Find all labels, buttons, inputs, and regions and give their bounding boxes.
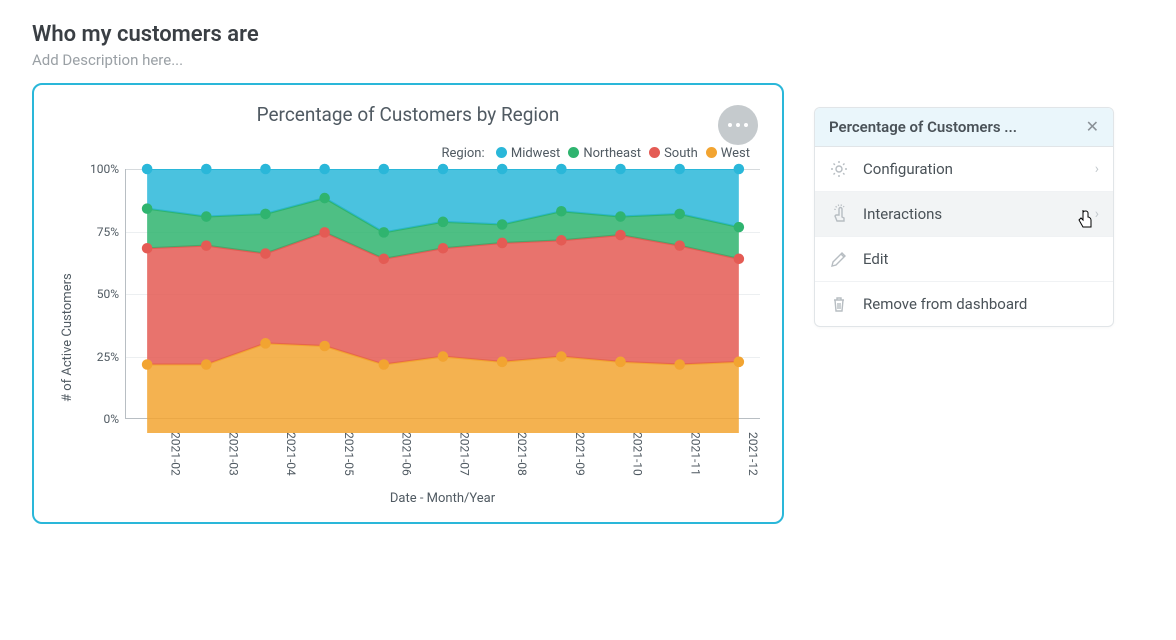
menu-item-label: Configuration [863, 160, 1095, 178]
chart-legend: Region: Midwest Northeast South West [56, 146, 760, 161]
legend-item[interactable]: South [649, 146, 698, 161]
legend-prefix: Region: [442, 146, 485, 161]
y-tick: 100% [90, 162, 119, 176]
chart-card: Percentage of Customers by Region Region… [32, 83, 784, 524]
menu-item-label: Interactions [863, 205, 1095, 223]
tap-icon [829, 204, 849, 224]
menu-item-label: Edit [863, 250, 1099, 268]
y-tick: 0% [103, 412, 119, 426]
legend-swatch [649, 147, 660, 158]
dots-icon [728, 123, 732, 127]
menu-item-edit[interactable]: Edit [815, 237, 1113, 282]
legend-item[interactable]: Midwest [496, 146, 560, 161]
dashboard-title[interactable]: Who my customers are [32, 22, 1144, 47]
menu-header: Percentage of Customers ... ✕ [815, 108, 1113, 147]
gear-icon [829, 159, 849, 179]
legend-swatch [706, 147, 717, 158]
legend-item[interactable]: Northeast [568, 146, 641, 161]
y-tick: 50% [97, 287, 119, 301]
pencil-icon [829, 249, 849, 269]
menu-header-title: Percentage of Customers ... [829, 118, 1017, 136]
y-axis-ticks: 100%75%50%25%0% [79, 169, 125, 419]
menu-item-remove-from-dashboard[interactable]: Remove from dashboard [815, 282, 1113, 326]
y-tick: 75% [97, 225, 119, 239]
legend-swatch [496, 147, 507, 158]
chart-more-button[interactable] [718, 105, 758, 145]
chart-context-menu: Percentage of Customers ... ✕ Configurat… [814, 107, 1114, 327]
x-axis-title: Date - Month/Year [125, 491, 760, 506]
chevron-right-icon: › [1095, 161, 1099, 177]
description-placeholder[interactable]: Add Description here... [32, 51, 1144, 69]
y-axis-title: # of Active Customers [56, 169, 79, 506]
menu-item-label: Remove from dashboard [863, 295, 1099, 313]
close-icon[interactable]: ✕ [1086, 119, 1099, 135]
chevron-right-icon: › [1095, 206, 1099, 222]
chart-title: Percentage of Customers by Region [56, 103, 760, 126]
legend-swatch [568, 147, 579, 158]
chart-plot-area[interactable] [125, 169, 760, 419]
y-tick: 25% [97, 350, 119, 364]
menu-item-configuration[interactable]: Configuration› [815, 147, 1113, 192]
trash-icon [829, 294, 849, 314]
legend-item[interactable]: West [706, 146, 750, 161]
menu-item-interactions[interactable]: Interactions› [815, 192, 1113, 237]
